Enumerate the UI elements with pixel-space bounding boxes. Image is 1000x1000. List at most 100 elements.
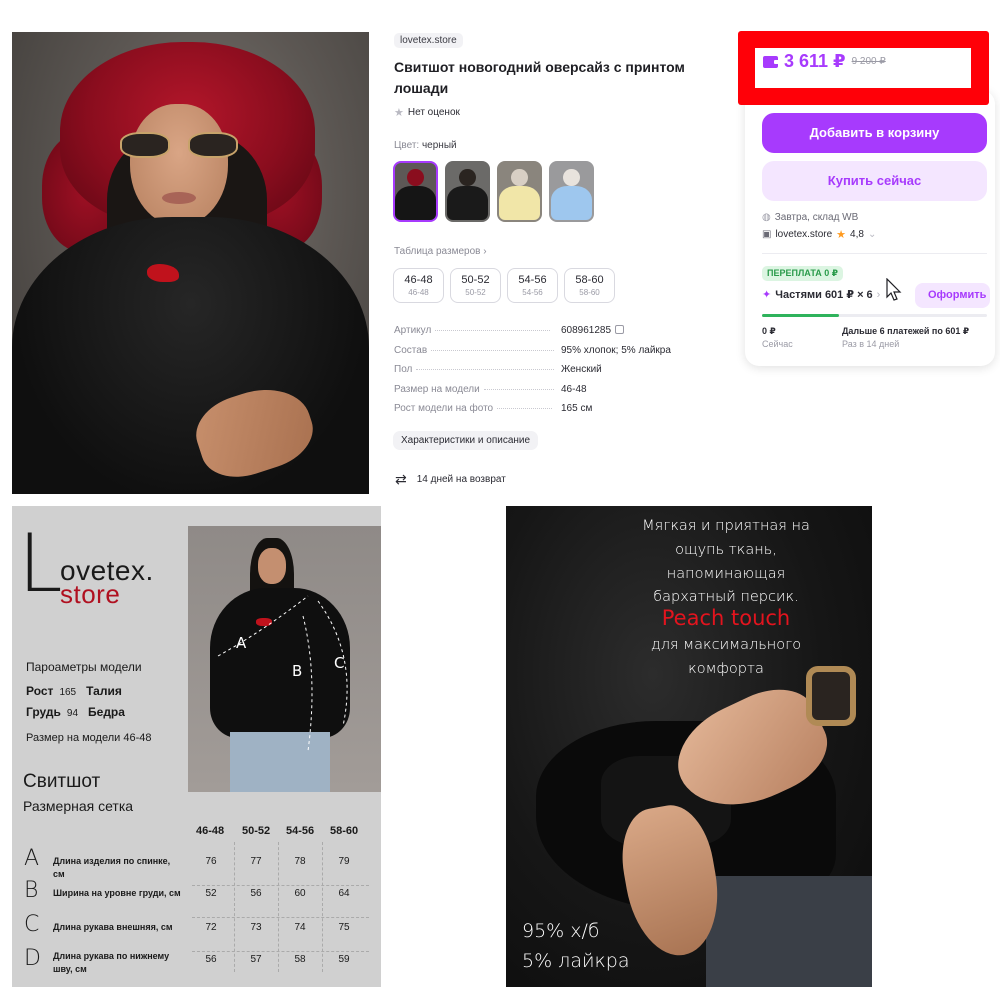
cell: 79 <box>338 856 350 867</box>
row-label: Длина рукава внешняя, см <box>53 922 173 932</box>
spec-list: Артикул 608961285 Состав 95% хлопок; 5% … <box>394 325 694 423</box>
seller-rating: 4,8 <box>850 229 864 240</box>
seller-info[interactable]: ▣ lovetex.store ★ 4,8 ⌄ <box>762 228 876 241</box>
swatch-blue[interactable] <box>549 161 594 222</box>
row-letter: D <box>24 946 41 971</box>
cell: 59 <box>338 954 350 965</box>
cell: 73 <box>250 922 262 933</box>
size-chart-panel[interactable]: L ovetex. store A B C Пароаметры модели … <box>12 506 381 987</box>
cell: 52 <box>205 888 217 899</box>
order-installments-button[interactable]: Оформить <box>915 283 990 308</box>
star-icon: ★ <box>836 229 847 241</box>
param-key: Талия <box>86 684 122 698</box>
schedule-amount: Дальше 6 платежей по 601 ₽ <box>842 326 970 336</box>
param-key: Грудь <box>26 705 61 719</box>
chevron-down-icon: ⌄ <box>867 229 877 240</box>
promo-fabric-photo[interactable]: Мягкая и приятная на ощупь ткань, напоми… <box>506 506 872 987</box>
delivery-info: ◍ Завтра, склад WB <box>762 212 858 223</box>
schedule-later: Дальше 6 платежей по 601 ₽ Раз в 14 дней <box>842 325 969 351</box>
buy-now-button[interactable]: Купить сейчас <box>762 161 987 201</box>
spec-value: 95% хлопок; 5% лайкра <box>561 344 671 356</box>
cell: 74 <box>294 922 306 933</box>
size-column-header: 54-56 <box>286 825 315 837</box>
chevron-right-icon: › <box>483 246 487 257</box>
cell: 57 <box>250 954 262 965</box>
size-option[interactable]: 50-52 50-52 <box>450 268 501 303</box>
row-letter: A <box>24 846 40 871</box>
size-label: 46-48 <box>404 274 433 286</box>
warehouse-icon: ◍ <box>762 212 771 223</box>
price-current: 3 611 ₽ <box>784 51 846 71</box>
schedule-now: 0 ₽ Сейчас <box>762 325 793 351</box>
color-swatches <box>393 161 594 222</box>
size-label: 58-60 <box>575 274 604 286</box>
logo-store: store <box>60 579 121 609</box>
swatch-black-print[interactable] <box>445 161 490 222</box>
promo-line: ощупь ткань, <box>675 542 777 558</box>
schedule-desc: Сейчас <box>762 339 793 349</box>
promo-accent: Peach touch <box>661 606 791 630</box>
store-badge[interactable]: lovetex.store <box>394 33 463 48</box>
size-option[interactable]: 54-56 54-56 <box>507 268 558 303</box>
promo-line: для максимального <box>650 637 802 653</box>
rating[interactable]: ★ Нет оценок <box>394 106 460 119</box>
copy-icon[interactable] <box>615 325 625 334</box>
characteristics-button[interactable]: Характеристики и описание <box>393 431 539 450</box>
add-to-cart-button[interactable]: Добавить в корзину <box>762 113 987 153</box>
divider <box>762 253 987 254</box>
installments-progress <box>762 314 987 317</box>
spec-row: Рост модели на фото 165 см <box>394 403 694 423</box>
store-icon: ▣ <box>762 229 772 240</box>
promo-line: комфорта <box>688 661 764 677</box>
seller-name: lovetex.store <box>775 229 833 240</box>
star-icon: ★ <box>394 107 404 119</box>
spec-key: Рост модели на фото <box>394 403 494 415</box>
size-grid-title: Размерная сетка <box>23 798 134 814</box>
schedule-desc: Раз в 14 дней <box>842 339 900 349</box>
param-value: 94 <box>66 708 79 719</box>
lips <box>162 192 196 204</box>
cell: 56 <box>205 954 217 965</box>
overpay-badge: ПЕРЕПЛАТА 0 ₽ <box>762 266 844 281</box>
jeans <box>706 876 872 987</box>
cell: 56 <box>250 888 262 899</box>
cell: 77 <box>250 856 262 867</box>
size-sublabel: 50-52 <box>465 288 486 297</box>
product-main-photo[interactable] <box>12 32 369 494</box>
installments-row[interactable]: ✦ Частями 601 ₽ × 6 › <box>762 288 881 302</box>
cell: 58 <box>294 954 306 965</box>
cell: 72 <box>205 922 217 933</box>
size-option[interactable]: 46-48 46-48 <box>393 268 444 303</box>
size-label: 50-52 <box>461 274 490 286</box>
mouse-cursor-icon <box>886 278 902 301</box>
chevron-right-icon: › <box>876 288 881 301</box>
size-table-link-label: Таблица размеров <box>394 246 481 257</box>
installments-icon: ✦ <box>762 289 772 301</box>
size-option[interactable]: 58-60 58-60 <box>564 268 615 303</box>
spec-key: Пол <box>394 364 413 376</box>
swatch-yellow[interactable] <box>497 161 542 222</box>
cell: 64 <box>338 888 350 899</box>
param-value: 165 <box>59 687 77 698</box>
progress-fill <box>762 314 839 317</box>
black-sweatshirt <box>12 217 369 494</box>
product-title: Свитшот новогодний оверсайз с принтом ло… <box>394 59 685 96</box>
price-row: 3 611 ₽ 9 200 ₽ <box>763 51 886 72</box>
wallet-icon <box>763 55 779 68</box>
size-table-row: D Длина рукава по нижнему шву, см 56 57 … <box>12 946 381 986</box>
swatch-black-hat[interactable] <box>393 161 438 222</box>
size-table-link[interactable]: Таблица размеров › <box>394 246 487 257</box>
spec-key: Состав <box>394 344 428 356</box>
spec-value: 46-48 <box>561 383 587 395</box>
delivery-text: Завтра, склад WB <box>774 212 859 223</box>
model-photo: A B C <box>188 526 381 792</box>
row-letter: C <box>24 912 40 937</box>
promo-line: напоминающая <box>666 566 786 582</box>
model-params-title: Пароаметры модели <box>26 660 142 674</box>
param-key: Рост <box>26 684 54 698</box>
measure-letter: B <box>292 662 303 680</box>
row-letter: B <box>24 878 39 903</box>
spec-key: Артикул <box>394 325 432 336</box>
composition-cotton: 95% х/б <box>522 920 600 942</box>
returns-info: ⇄ 14 дней на возврат <box>395 471 506 488</box>
